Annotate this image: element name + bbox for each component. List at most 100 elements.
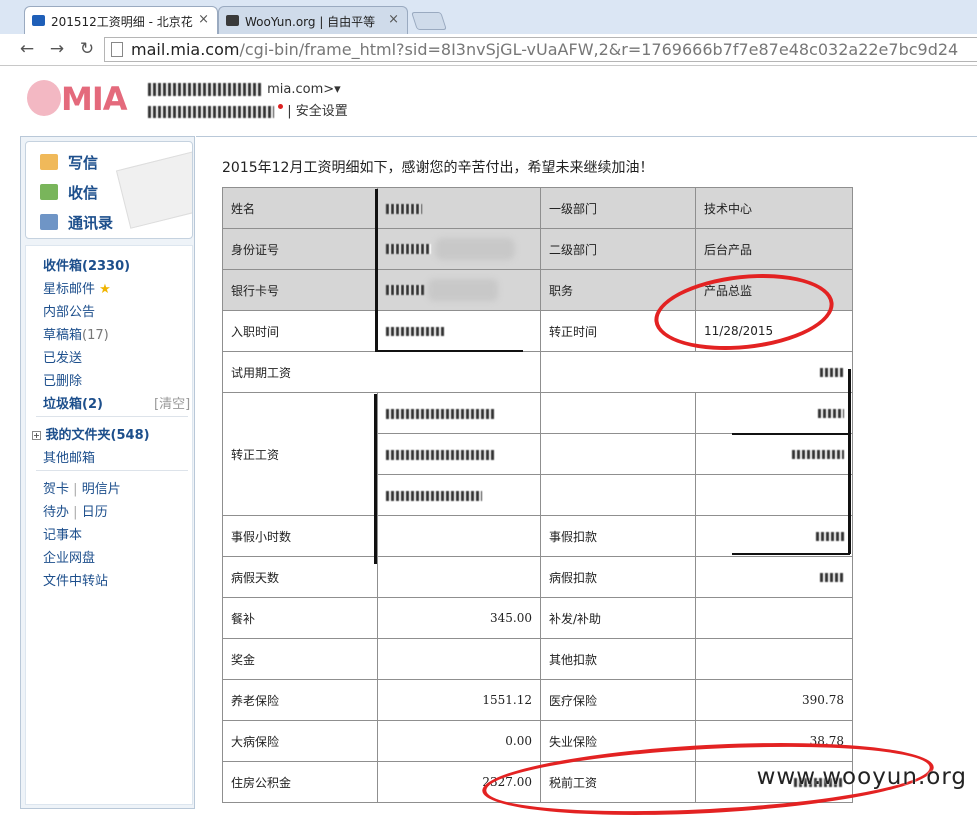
- label-cell: 医疗保险: [540, 679, 696, 721]
- sidebar-item-inbox[interactable]: 收件箱(2330): [43, 255, 130, 274]
- redacted-cell: [377, 187, 541, 229]
- label-cell: 住房公积金: [222, 761, 378, 803]
- redacted-cell: [695, 515, 853, 557]
- label-cell: 奖金: [222, 638, 378, 680]
- table-row: 病假天数 病假扣款: [222, 556, 853, 598]
- value-cell: 1551.12: [377, 679, 541, 721]
- receive-label: 收信: [68, 184, 99, 202]
- redacted-cell: [695, 392, 853, 434]
- divider: [36, 470, 188, 471]
- sidebar-item-other-mail[interactable]: 其他邮箱: [43, 447, 95, 466]
- empty-cell: [540, 474, 696, 516]
- sidebar-item-spam[interactable]: 垃圾箱(2): [43, 393, 103, 412]
- edit-line: [732, 433, 850, 435]
- pencil-icon: [40, 154, 58, 170]
- table-row: 事假小时数 事假扣款: [222, 515, 853, 557]
- account-line: mia.com>▾: [148, 82, 341, 97]
- postcard-link[interactable]: 明信片: [82, 482, 121, 497]
- sidebar-item-netdisk[interactable]: 企业网盘: [43, 547, 95, 566]
- redacted-cell: [377, 433, 541, 475]
- download-icon: [40, 184, 58, 200]
- label-cell: 一级部门: [540, 187, 696, 229]
- table-row: 餐补 345.00 补发/补助: [222, 597, 853, 639]
- sidebar-item-greeting-card[interactable]: 贺卡 | 明信片: [43, 478, 121, 497]
- mia-logo: MIA: [25, 78, 133, 118]
- edit-line: [374, 394, 377, 564]
- label-cell: 病假天数: [222, 556, 378, 598]
- label-cell: 试用期工资: [222, 351, 541, 393]
- contacts-button[interactable]: 通讯录: [40, 212, 113, 233]
- redacted-cell: [540, 351, 853, 393]
- label-cell: 转正工资: [222, 392, 378, 516]
- table-row: 奖金 其他扣款: [222, 638, 853, 680]
- sidebar-item-notes[interactable]: 记事本: [43, 524, 82, 543]
- edit-line: [732, 553, 850, 555]
- clear-spam-link[interactable]: [清空]: [154, 393, 190, 412]
- greeting-card-label: 贺卡: [43, 482, 70, 497]
- redacted-cell: [695, 556, 853, 598]
- url-path: /cgi-bin/frame_html?sid=8I3nvSjGL-vUaAFW…: [239, 40, 959, 59]
- empty-cell: [540, 392, 696, 434]
- forward-arrow-icon[interactable]: →: [46, 38, 68, 60]
- tab-title: WooYun.org | 自由平等: [245, 15, 376, 29]
- label-cell: 病假扣款: [540, 556, 696, 598]
- my-folders-label: 我的文件夹(548): [45, 428, 150, 443]
- envelope-decoration-icon: [115, 151, 192, 229]
- table-row: 身份证号 二级部门 后台产品: [222, 228, 853, 270]
- watermark: www.wooyun.org: [756, 764, 967, 790]
- mail-intro: 2015年12月工资明细如下，感谢您的辛苦付出，希望未来继续加油！: [222, 160, 654, 176]
- label-cell: 事假小时数: [222, 515, 378, 557]
- sidebar-item-transfer[interactable]: 文件中转站: [43, 570, 108, 589]
- table-row: 试用期工资: [222, 351, 853, 393]
- value-cell: 390.78: [695, 679, 853, 721]
- divider: [36, 416, 188, 417]
- reload-icon[interactable]: ↻: [76, 38, 98, 60]
- value-cell: 技术中心: [695, 187, 853, 229]
- account-dropdown-icon[interactable]: ▾: [334, 82, 341, 97]
- sidebar-item-internal[interactable]: 内部公告: [43, 301, 95, 320]
- folder-list: 收件箱(2330) 星标邮件 ★ 内部公告 草稿箱(17) 已发送 已删除 垃圾…: [25, 245, 193, 805]
- security-settings-link[interactable]: | 安全设置: [287, 104, 348, 119]
- value-cell: 345.00: [377, 597, 541, 639]
- value-cell: 后台产品: [695, 228, 853, 270]
- compose-label: 写信: [68, 154, 99, 172]
- redacted-cell: [377, 269, 541, 311]
- receive-button[interactable]: 收信: [40, 182, 98, 203]
- bunny-logo-icon: [27, 80, 61, 116]
- redacted-signature: [148, 105, 274, 118]
- sidebar-item-my-folders[interactable]: + 我的文件夹(548): [32, 424, 150, 443]
- redacted-cell: [377, 392, 541, 434]
- sidebar-item-sent[interactable]: 已发送: [43, 347, 82, 366]
- compose-button[interactable]: 写信: [40, 152, 98, 173]
- empty-cell: [695, 597, 853, 639]
- mail-sidebar: 写信 收信 通讯录 收件箱(2330) 星标邮件 ★ 内部公告 草稿箱(17) …: [20, 136, 195, 809]
- empty-cell: [695, 474, 853, 516]
- edit-line: [375, 189, 378, 352]
- todo-label: 待办: [43, 505, 70, 520]
- label-cell: 事假扣款: [540, 515, 696, 557]
- redacted-cell: [695, 433, 853, 475]
- drafts-label: 草稿箱: [43, 328, 83, 343]
- label-cell: 餐补: [222, 597, 378, 639]
- label-cell: 二级部门: [540, 228, 696, 270]
- close-tab-icon[interactable]: ×: [388, 12, 399, 27]
- account-domain: mia.com>: [267, 82, 335, 97]
- tab-wooyun[interactable]: WooYun.org | 自由平等 ×: [218, 6, 408, 34]
- back-arrow-icon[interactable]: ←: [16, 38, 38, 60]
- address-bar[interactable]: mail.mia.com/cgi-bin/frame_html?sid=8I3n…: [104, 37, 977, 62]
- calendar-link[interactable]: 日历: [82, 505, 108, 520]
- tab-salary-mail[interactable]: 201512工资明细 - 北京花 ×: [24, 6, 218, 34]
- sidebar-item-drafts[interactable]: 草稿箱(17): [43, 324, 109, 343]
- wooyun-favicon-icon: [226, 15, 239, 26]
- expand-icon[interactable]: +: [32, 431, 41, 440]
- new-tab-button[interactable]: [411, 12, 447, 30]
- drafts-count: (17): [82, 328, 109, 343]
- sidebar-item-todo[interactable]: 待办 | 日历: [43, 501, 108, 520]
- sidebar-item-deleted[interactable]: 已删除: [43, 370, 82, 389]
- redacted-cell: [377, 474, 541, 516]
- url-host: mail.mia.com: [131, 40, 240, 59]
- empty-cell: [377, 638, 541, 680]
- label-cell: 补发/补助: [540, 597, 696, 639]
- close-tab-icon[interactable]: ×: [198, 12, 209, 27]
- sidebar-item-starred[interactable]: 星标邮件 ★: [43, 278, 111, 297]
